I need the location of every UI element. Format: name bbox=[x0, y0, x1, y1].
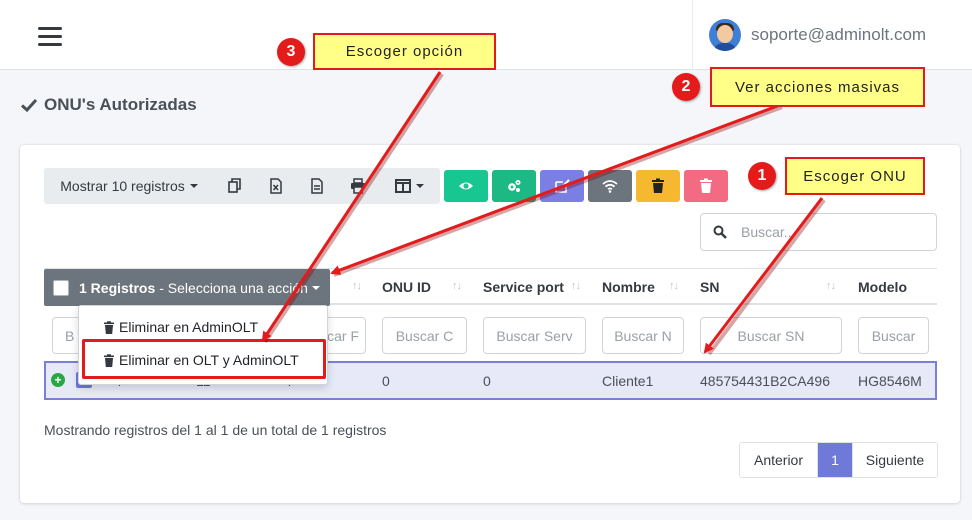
search-input[interactable] bbox=[741, 224, 911, 240]
sort-icon[interactable]: ↑↓ bbox=[571, 280, 581, 292]
chevron-down-icon bbox=[189, 184, 198, 188]
pagination: Anterior 1 Siguiente bbox=[739, 442, 938, 478]
prev-page-button[interactable]: Anterior bbox=[740, 443, 818, 477]
print-icon bbox=[350, 178, 365, 194]
page-1-button[interactable]: 1 bbox=[818, 443, 853, 477]
row-cell-onu-id: 0 bbox=[382, 372, 390, 389]
check-icon bbox=[20, 98, 38, 113]
sort-icon[interactable]: ↑↓ bbox=[826, 280, 836, 292]
table-header: ↑↓ ONU ID ↑↓ Service port ↑↓ Nombre ↑↓ S… bbox=[44, 268, 937, 306]
row-cell-nombre: Cliente1 bbox=[602, 372, 654, 389]
filter-input-service-port[interactable]: Buscar Serv bbox=[483, 317, 586, 354]
copy-button[interactable] bbox=[214, 168, 255, 204]
column-sn[interactable]: SN bbox=[700, 269, 719, 304]
next-page-button[interactable]: Siguiente bbox=[853, 443, 937, 477]
sort-icon[interactable]: ↑↓ bbox=[352, 280, 362, 292]
page-title: ONU's Autorizadas bbox=[20, 95, 197, 115]
bulk-actions-button[interactable]: 1 Registros - Selecciona una acción bbox=[44, 269, 330, 306]
filter-input-modelo[interactable]: Buscar bbox=[858, 317, 929, 354]
annotation-callout-2: Ver acciones masivas bbox=[710, 67, 925, 107]
delete-button[interactable] bbox=[636, 170, 680, 202]
config-button[interactable] bbox=[492, 170, 536, 202]
edit-icon bbox=[555, 179, 570, 193]
excel-button[interactable] bbox=[255, 168, 296, 204]
column-modelo[interactable]: Modelo bbox=[858, 269, 907, 304]
view-button[interactable] bbox=[444, 170, 488, 202]
user-avatar bbox=[709, 19, 741, 51]
export-button-group: Mostrar 10 registros bbox=[44, 168, 440, 204]
edit-button[interactable] bbox=[540, 170, 584, 202]
search-box bbox=[700, 213, 937, 251]
filter-input-onu-id[interactable]: Buscar C bbox=[382, 317, 467, 354]
print-button[interactable] bbox=[337, 168, 378, 204]
select-all-checkbox[interactable] bbox=[53, 279, 69, 296]
wifi-icon bbox=[602, 180, 618, 193]
sort-icon[interactable]: ↑↓ bbox=[452, 280, 462, 292]
eye-icon bbox=[459, 182, 473, 190]
trash-icon bbox=[104, 353, 114, 367]
page-title-text: ONU's Autorizadas bbox=[44, 95, 197, 114]
annotation-badge-2: 2 bbox=[672, 73, 700, 101]
user-menu[interactable]: soporte@adminolt.com bbox=[692, 0, 972, 70]
table-toolbar: Mostrar 10 registros bbox=[44, 168, 728, 204]
hamburger-menu-icon[interactable] bbox=[38, 27, 62, 47]
menu-item-delete-olt-adminolt[interactable]: Eliminar en OLT y AdminOLT bbox=[79, 342, 327, 378]
column-nombre[interactable]: Nombre bbox=[602, 269, 655, 304]
columns-button[interactable] bbox=[378, 168, 440, 204]
filter-input-nombre[interactable]: Buscar N bbox=[602, 317, 684, 354]
chevron-down-icon bbox=[415, 184, 424, 188]
columns-icon bbox=[394, 179, 411, 193]
user-email: soporte@adminolt.com bbox=[751, 25, 927, 44]
signal-button[interactable] bbox=[588, 170, 632, 202]
annotation-badge-3: 3 bbox=[277, 38, 305, 66]
show-records-label: Mostrar 10 registros bbox=[60, 178, 185, 194]
csv-button[interactable] bbox=[296, 168, 337, 204]
delete-all-button[interactable] bbox=[684, 170, 728, 202]
annotation-callout-1: Escoger ONU bbox=[785, 157, 925, 195]
search-icon bbox=[713, 225, 727, 239]
menu-item-delete-adminolt[interactable]: Eliminar en AdminOLT bbox=[79, 309, 327, 345]
expand-row-icon[interactable]: + bbox=[51, 373, 65, 387]
copy-icon bbox=[227, 178, 241, 193]
annotation-callout-3: Escoger opción bbox=[313, 33, 496, 70]
annotation-badge-1: 1 bbox=[748, 162, 776, 190]
bulk-count: 1 Registros bbox=[79, 279, 156, 296]
trash-icon bbox=[700, 178, 712, 193]
file-icon bbox=[310, 178, 323, 194]
bulk-action-label: - Selecciona una acción bbox=[159, 279, 308, 296]
column-onu-id[interactable]: ONU ID bbox=[382, 269, 431, 304]
row-cell-sn: 485754431B2CA496 bbox=[700, 372, 831, 389]
trash-icon bbox=[652, 178, 664, 193]
records-info: Mostrando registros del 1 al 1 de un tot… bbox=[44, 422, 387, 438]
column-service-port[interactable]: Service port bbox=[483, 269, 564, 304]
sort-icon[interactable]: ↑↓ bbox=[669, 280, 679, 292]
trash-icon bbox=[104, 320, 114, 334]
bulk-actions-menu: Eliminar en AdminOLT Eliminar en OLT y A… bbox=[78, 305, 328, 385]
row-cell-modelo: HG8546M bbox=[858, 372, 922, 389]
gears-icon bbox=[508, 180, 521, 192]
excel-icon bbox=[269, 178, 282, 194]
show-records-button[interactable]: Mostrar 10 registros bbox=[44, 168, 214, 204]
filter-input-sn[interactable]: Buscar SN bbox=[700, 317, 842, 354]
row-cell-service-port: 0 bbox=[483, 372, 491, 389]
chevron-down-icon bbox=[311, 285, 320, 290]
